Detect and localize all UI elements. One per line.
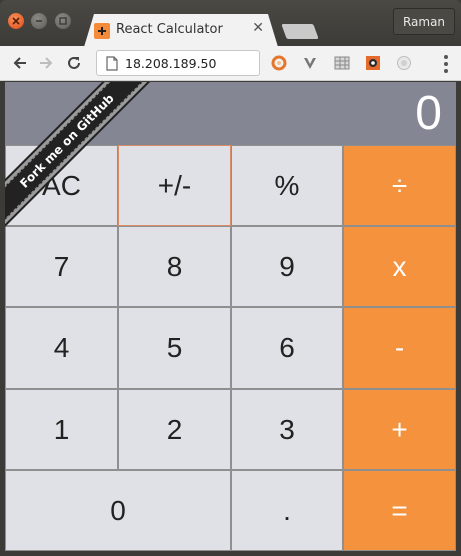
page-icon xyxy=(106,56,118,75)
digit-3-button[interactable]: 3 xyxy=(231,389,343,470)
subtract-button[interactable]: - xyxy=(343,307,456,389)
add-button[interactable]: + xyxy=(343,389,456,470)
digit-1-button[interactable]: 1 xyxy=(5,389,118,470)
extension-grid-icon[interactable] xyxy=(333,54,351,72)
extension-orange-ring-icon[interactable] xyxy=(270,54,288,72)
multiply-button[interactable]: x xyxy=(343,226,456,307)
decimal-button[interactable]: . xyxy=(231,470,343,551)
close-window-icon[interactable] xyxy=(8,13,24,29)
digit-2-button[interactable]: 2 xyxy=(118,389,231,470)
browser-toolbar: 18.208.189.50 xyxy=(0,46,461,81)
maximize-window-icon[interactable] xyxy=(55,13,71,29)
profile-button[interactable]: Raman xyxy=(393,8,455,35)
extension-v-shield-icon[interactable] xyxy=(301,54,319,72)
sign-toggle-button[interactable]: +/- xyxy=(118,145,231,226)
percent-button[interactable]: % xyxy=(231,145,343,226)
digit-9-button[interactable]: 9 xyxy=(231,226,343,307)
reload-icon[interactable] xyxy=(64,53,84,73)
browser-menu-icon[interactable] xyxy=(443,55,449,73)
digit-4-button[interactable]: 4 xyxy=(5,307,118,389)
new-tab-button[interactable] xyxy=(281,24,319,39)
calculator-favicon-icon xyxy=(94,23,110,39)
display-value: 0 xyxy=(415,87,442,140)
digit-7-button[interactable]: 7 xyxy=(5,226,118,307)
extension-image-icon[interactable] xyxy=(364,54,382,72)
url-text: 18.208.189.50 xyxy=(125,56,217,71)
forward-icon[interactable] xyxy=(36,53,56,73)
tab-title: React Calculator xyxy=(116,22,223,37)
minimize-window-icon[interactable] xyxy=(31,13,47,29)
divide-button[interactable]: ÷ xyxy=(343,145,456,226)
equals-button[interactable]: = xyxy=(343,470,456,551)
digit-5-button[interactable]: 5 xyxy=(118,307,231,389)
back-icon[interactable] xyxy=(10,53,30,73)
digit-6-button[interactable]: 6 xyxy=(231,307,343,389)
tab-close-icon[interactable]: ✕ xyxy=(252,21,264,35)
browser-tab[interactable]: React Calculator ✕ xyxy=(84,14,278,47)
digit-0-button[interactable]: 0 xyxy=(5,470,231,551)
keypad: AC +/- % ÷ 7 8 9 x 4 5 6 - 1 2 3 + 0 . = xyxy=(5,145,456,551)
extension-circle-icon[interactable] xyxy=(395,54,413,72)
browser-title-bar: React Calculator ✕ Raman xyxy=(0,0,461,47)
digit-8-button[interactable]: 8 xyxy=(118,226,231,307)
address-bar[interactable]: 18.208.189.50 xyxy=(96,50,260,76)
